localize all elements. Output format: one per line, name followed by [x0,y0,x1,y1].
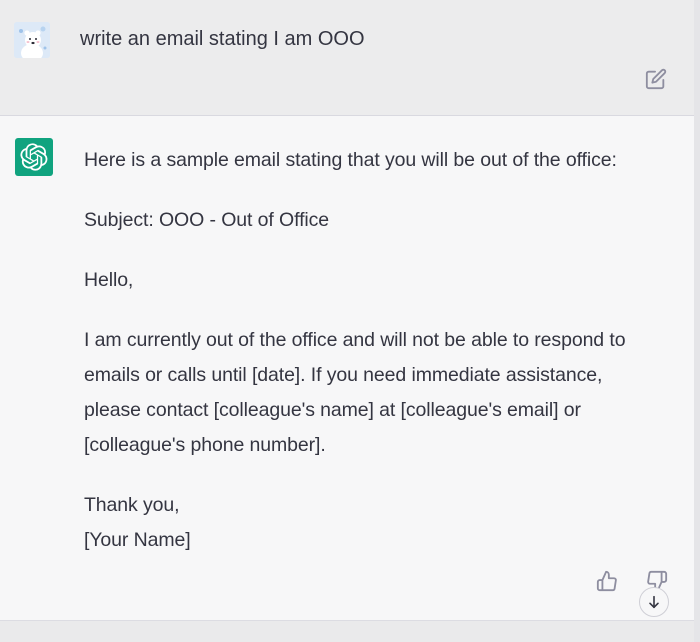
assistant-message-row: Here is a sample email stating that you … [0,116,694,620]
scrollbar-track[interactable] [694,0,700,642]
body-line: [colleague's phone number]. [84,434,326,456]
body-line: I am currently out of the office and wil… [84,329,626,351]
user-message-row: write an email stating I am OOO [0,0,694,116]
chat-window: write an email stating I am OOO Here is … [0,0,700,642]
assistant-avatar [15,138,53,176]
intro-line: Here is a sample email stating that you … [84,149,617,171]
edit-message-button[interactable] [645,68,669,92]
body-line: please contact [colleague's name] at [co… [84,399,581,421]
chatgpt-logo-icon [20,143,48,171]
polar-bear-avatar-icon [14,22,50,58]
thumbs-up-icon [596,570,617,592]
assistant-message-text: Here is a sample email stating that you … [84,143,684,558]
arrow-down-icon [649,595,659,609]
user-avatar [14,22,50,58]
greeting-line: Hello, [84,269,134,291]
signature-line: [Your Name] [84,529,191,551]
thumbs-up-button[interactable] [596,570,620,594]
edit-icon [645,68,667,90]
input-area-strip [0,620,700,642]
body-line: emails or calls until [date]. If you nee… [84,364,603,386]
subject-line: Subject: OOO - Out of Office [84,209,330,231]
scroll-to-bottom-button[interactable] [639,587,669,617]
closing-line: Thank you, [84,494,180,516]
user-prompt-text: write an email stating I am OOO [80,28,365,50]
